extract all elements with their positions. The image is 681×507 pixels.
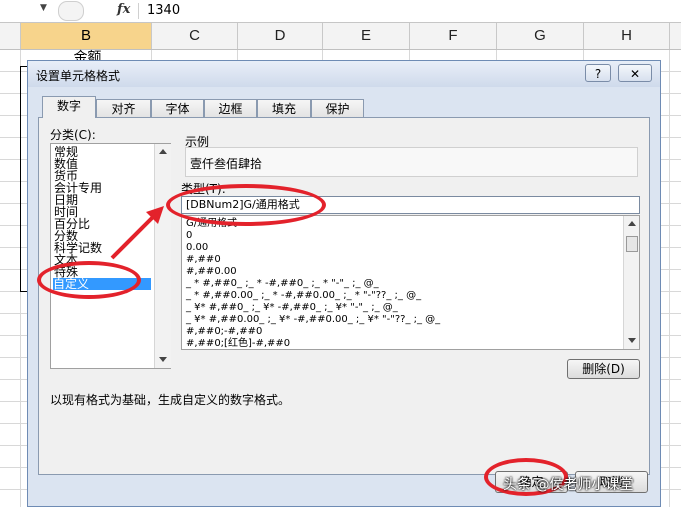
watermark: 头条 @侯老师小课堂 (503, 477, 634, 493)
tab-number[interactable]: 数字 (42, 96, 96, 118)
annotation-arrow (110, 206, 164, 260)
